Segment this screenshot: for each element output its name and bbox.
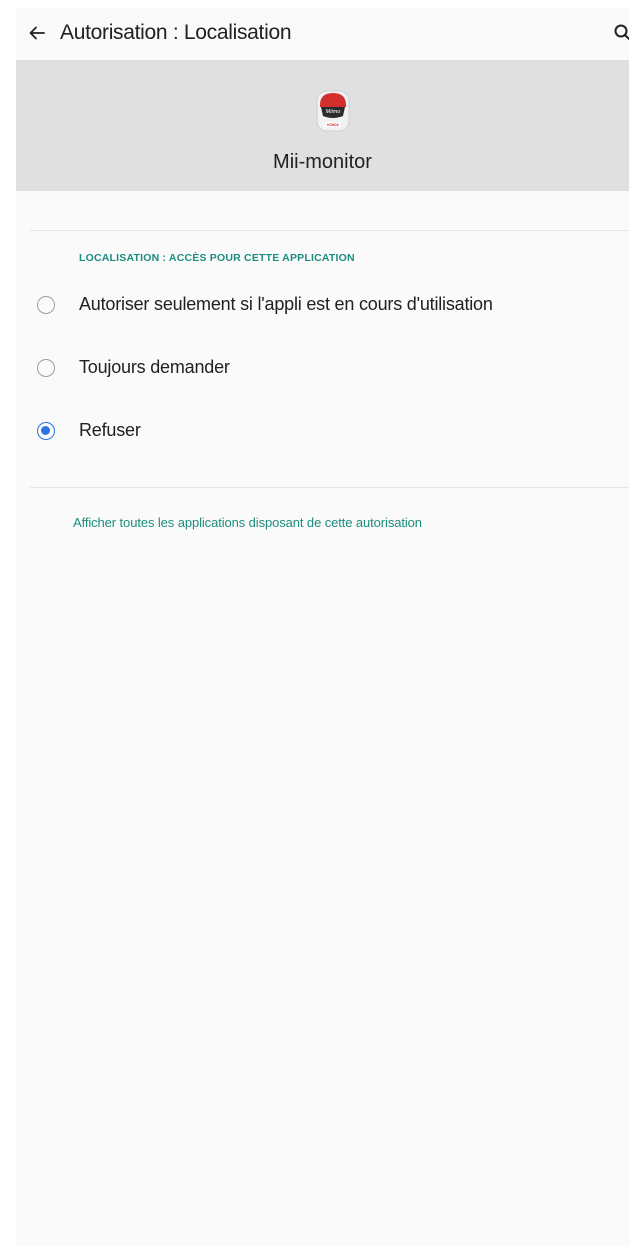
search-button[interactable] — [613, 20, 629, 46]
option-always-ask[interactable]: Toujours demander — [16, 345, 629, 395]
option-label: Refuser — [79, 420, 141, 440]
option-label: Toujours demander — [79, 357, 230, 377]
radio-button-selected[interactable] — [37, 422, 55, 440]
divider — [30, 487, 629, 488]
radio-button[interactable] — [37, 359, 55, 377]
permission-screen: Autorisation : Localisation Miimo HONDA … — [16, 8, 629, 1246]
divider — [30, 230, 629, 231]
brand-text: HONDA — [327, 123, 339, 127]
section-header: LOCALISATION : ACCÈS POUR CETTE APPLICAT… — [79, 252, 355, 264]
page-title: Autorisation : Localisation — [60, 21, 292, 44]
mii-monitor-app-icon: Miimo HONDA — [316, 90, 350, 132]
top-app-bar: Autorisation : Localisation — [16, 8, 629, 60]
app-header: Miimo HONDA Mii-monitor — [16, 60, 629, 191]
app-icon-text: Miimo — [326, 109, 341, 115]
arrow-left-icon — [29, 26, 45, 40]
search-icon — [614, 24, 629, 41]
app-name: Mii-monitor — [273, 151, 372, 173]
show-all-apps-link[interactable]: Afficher toutes les applications disposa… — [73, 515, 422, 530]
radio-button[interactable] — [37, 296, 55, 314]
option-allow-while-in-use[interactable]: Autoriser seulement si l'appli est en co… — [16, 282, 629, 332]
option-deny[interactable]: Refuser — [16, 408, 629, 458]
option-label: Autoriser seulement si l'appli est en co… — [79, 294, 493, 314]
back-button[interactable] — [24, 20, 50, 46]
